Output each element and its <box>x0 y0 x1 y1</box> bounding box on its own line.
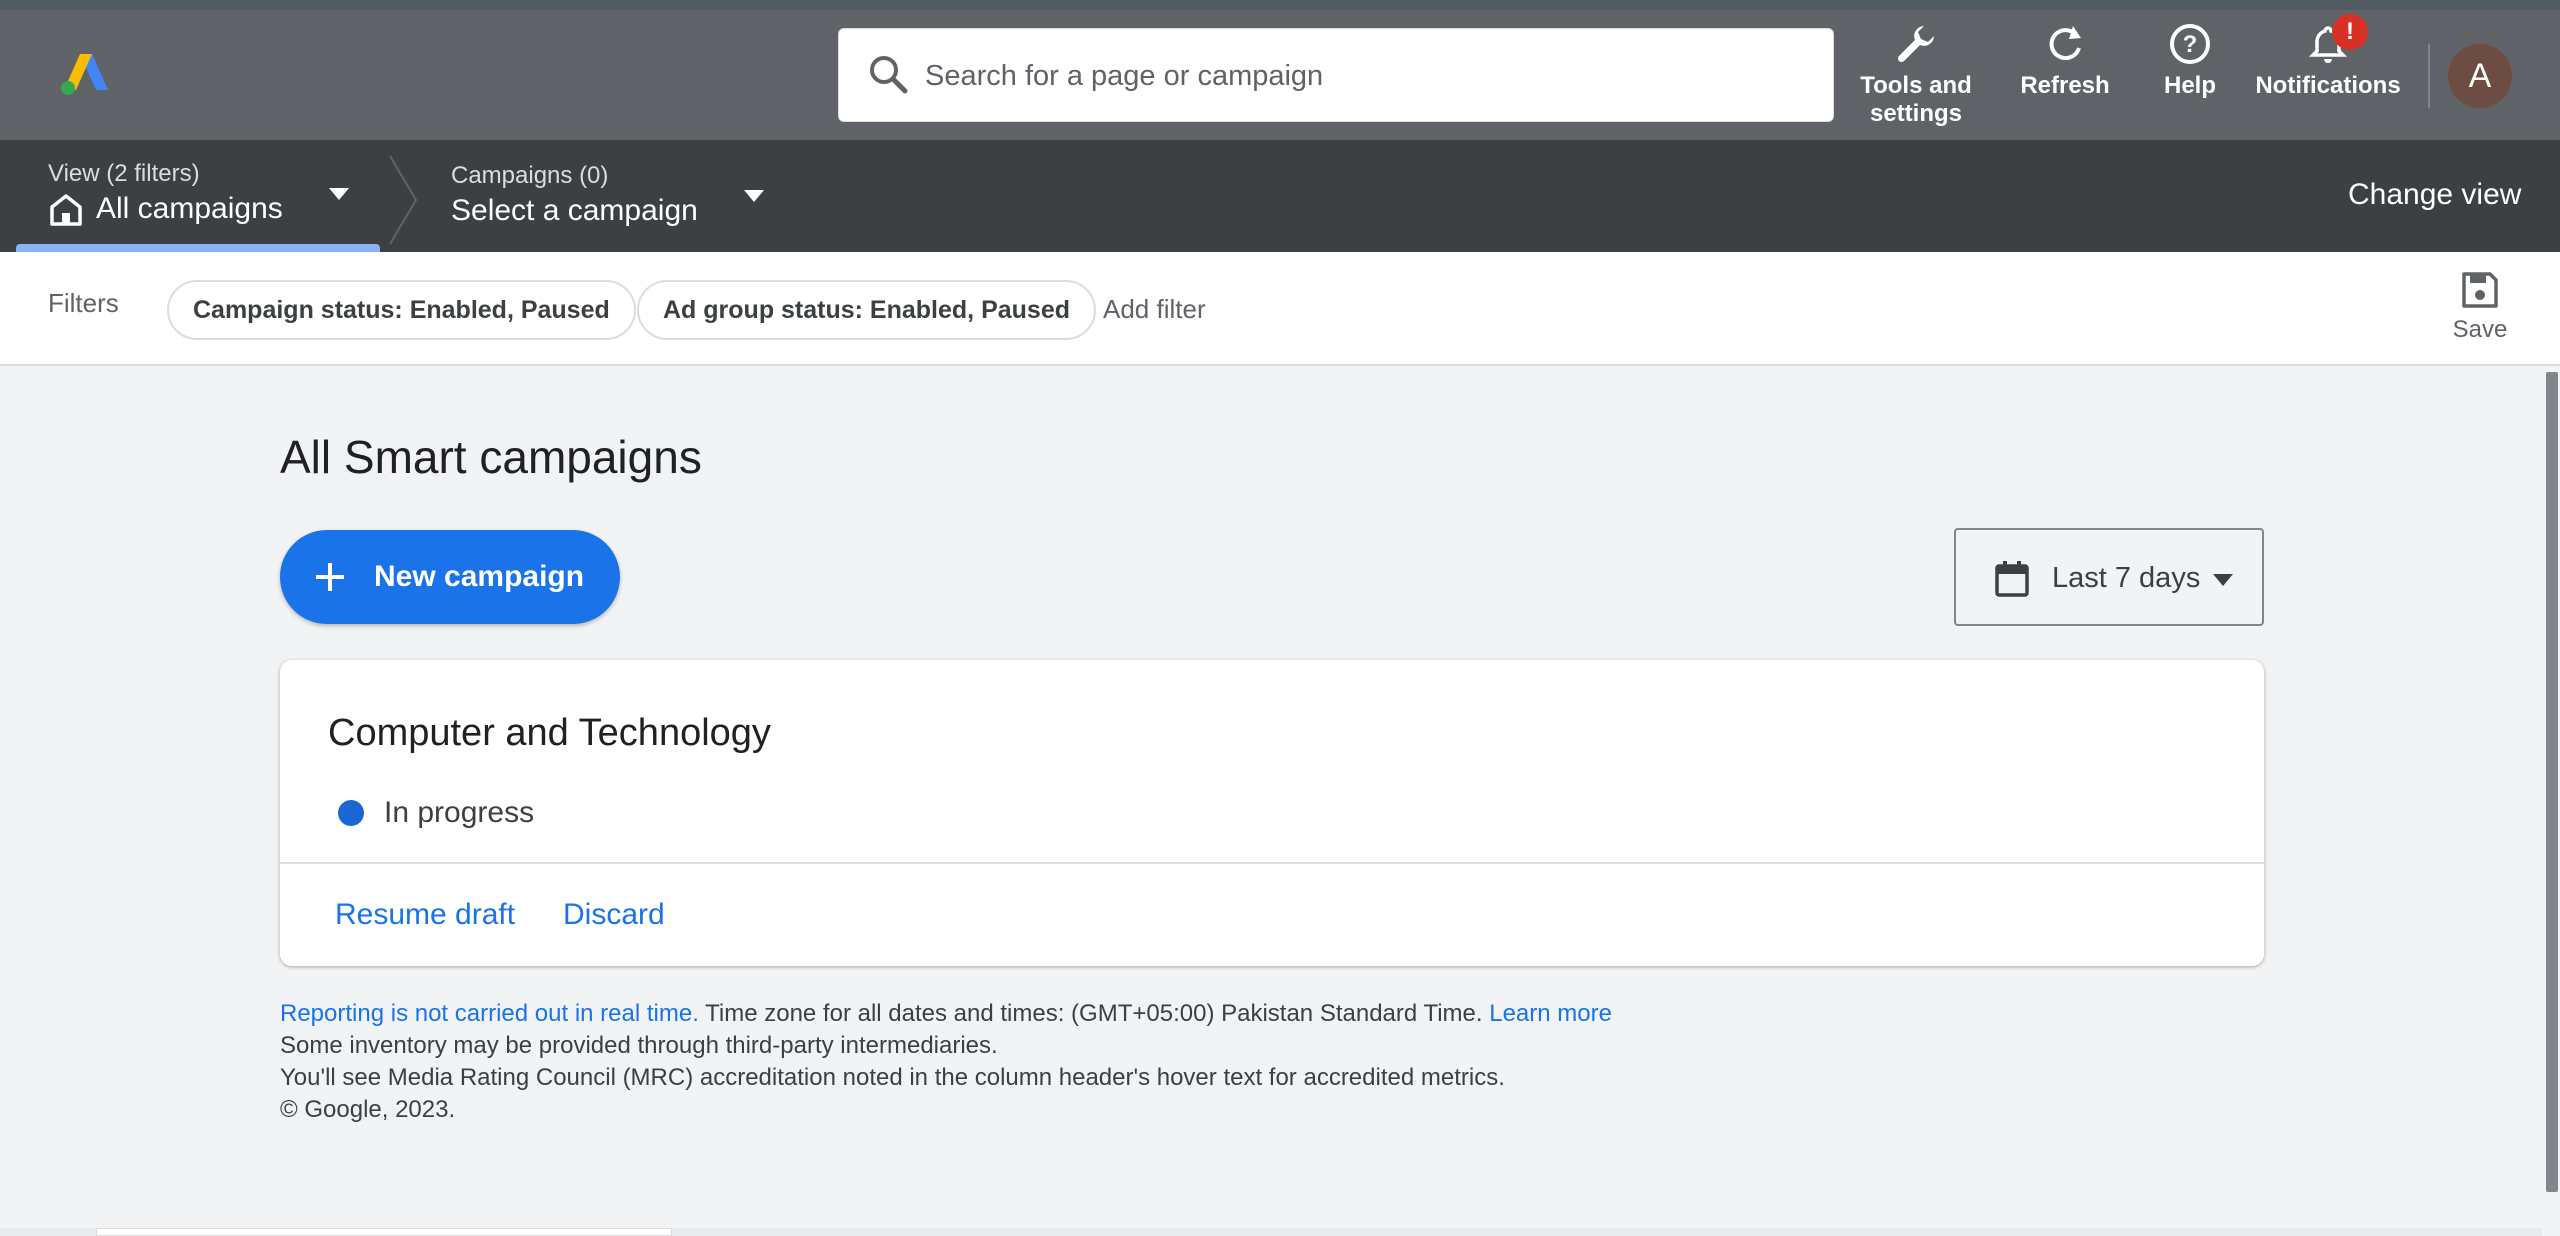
scrollbar-thumb[interactable] <box>2546 372 2558 1192</box>
account-avatar[interactable]: A <box>2448 44 2512 108</box>
active-view-indicator <box>16 244 380 252</box>
campaign-status: In progress <box>384 796 535 829</box>
view-selector[interactable]: All campaigns <box>96 192 283 226</box>
change-view-button[interactable]: Change view <box>2348 178 2521 212</box>
new-campaign-button[interactable]: New campaign <box>280 530 620 624</box>
date-range-selector[interactable]: Last 7 days <box>1954 528 2264 626</box>
help-button[interactable]: ? Help <box>2150 22 2230 100</box>
refresh-icon <box>2049 26 2081 61</box>
search-input[interactable] <box>923 29 1807 123</box>
notifications-label: Notifications <box>2255 72 2401 99</box>
help-label: Help <box>2163 72 2216 99</box>
svg-text:?: ? <box>2183 31 2198 58</box>
dropdown-caret-icon <box>2213 574 2233 586</box>
dropdown-caret-icon[interactable] <box>741 186 767 206</box>
timezone-text: Time zone for all dates and times: (GMT+… <box>698 1000 1490 1027</box>
reporting-info-link[interactable]: Reporting is not carried out in real tim… <box>280 1000 699 1027</box>
new-campaign-label: New campaign <box>374 560 585 593</box>
filter-chip-campaign-status[interactable]: Campaign status: Enabled, Paused <box>167 280 636 340</box>
footer-line-3: You'll see Media Rating Council (MRC) ac… <box>280 1064 1505 1091</box>
footer-line-1: Reporting is not carried out in real tim… <box>280 998 1612 1030</box>
plus-icon <box>316 563 344 591</box>
google-ads-logo[interactable] <box>58 50 108 98</box>
card-divider <box>280 862 2264 864</box>
save-label: Save <box>2452 316 2508 343</box>
resume-draft-link[interactable]: Resume draft <box>335 898 515 932</box>
refresh-button[interactable]: Refresh <box>2010 22 2120 100</box>
tools-label-line2: settings <box>1869 100 1962 127</box>
discard-link[interactable]: Discard <box>563 898 665 932</box>
filters-label: Filters <box>48 288 119 318</box>
refresh-label: Refresh <box>2020 72 2110 99</box>
search-box[interactable] <box>838 28 1834 123</box>
learn-more-link[interactable]: Learn more <box>1489 1000 1612 1027</box>
header-divider <box>2428 44 2430 108</box>
footer-notes: Reporting is not carried out in real tim… <box>280 998 1612 1126</box>
add-filter-button[interactable]: Add filter <box>1103 294 1206 325</box>
save-button[interactable]: Save <box>2444 270 2516 344</box>
date-range-label: Last 7 days <box>2052 562 2201 594</box>
dropdown-caret-icon[interactable] <box>326 184 352 204</box>
calendar-icon <box>1995 561 2029 597</box>
notification-badge: ! <box>2332 14 2368 50</box>
save-icon <box>2462 272 2498 308</box>
page-title: All Smart campaigns <box>280 431 702 483</box>
tools-and-settings-button[interactable]: Tools and settings <box>1846 22 1986 128</box>
footer-line-2: Some inventory may be provided through t… <box>280 1032 998 1059</box>
wrench-icon <box>1897 26 1934 63</box>
top-header: Tools and settings Refresh ? Help ! Noti… <box>0 0 2560 140</box>
view-filters-label[interactable]: View (2 filters) <box>48 160 200 188</box>
footer-copyright: © Google, 2023. <box>280 1096 456 1123</box>
campaign-draft-card: Computer and Technology In progress Resu… <box>280 660 2264 966</box>
filter-bar: Filters Campaign status: Enabled, Paused… <box>0 252 2560 366</box>
tools-label-line1: Tools and <box>1860 72 1972 99</box>
bottom-tab[interactable] <box>96 1228 672 1236</box>
notifications-button[interactable]: ! Notifications <box>2250 14 2406 100</box>
breadcrumb-chevron <box>389 155 418 245</box>
home-icon <box>50 194 82 226</box>
campaign-name: Computer and Technology <box>328 712 771 754</box>
search-icon <box>870 56 908 94</box>
navigation-bar: View (2 filters) All campaigns Campaigns… <box>0 140 2560 252</box>
browser-top-strip <box>0 0 2560 10</box>
campaigns-count-label[interactable]: Campaigns (0) <box>451 162 608 190</box>
status-indicator-dot <box>338 800 364 826</box>
help-icon: ? <box>2170 24 2210 64</box>
filter-chip-ad-group-status[interactable]: Ad group status: Enabled, Paused <box>637 280 1096 340</box>
campaign-selector[interactable]: Select a campaign <box>451 194 698 228</box>
